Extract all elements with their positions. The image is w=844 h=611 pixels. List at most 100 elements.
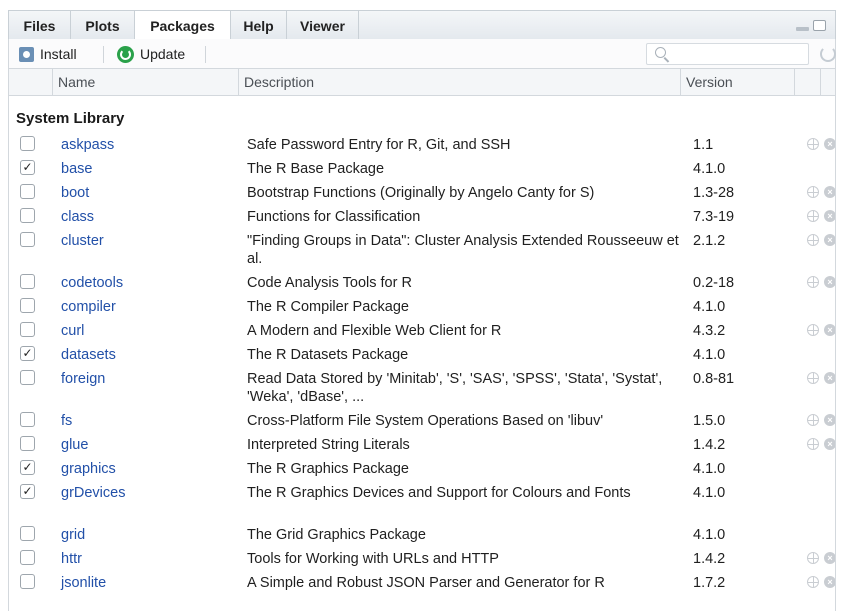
remove-package-icon[interactable]: × bbox=[824, 210, 835, 222]
package-load-checkbox[interactable] bbox=[20, 526, 35, 541]
table-row: fs Cross-Platform File System Operations … bbox=[9, 408, 835, 432]
package-description: Tools for Working with URLs and HTTP bbox=[247, 551, 499, 567]
column-header-description[interactable]: Description bbox=[239, 69, 681, 95]
package-name-link[interactable]: codetools bbox=[61, 274, 123, 292]
package-name-link[interactable]: graphics bbox=[61, 460, 116, 478]
column-header-version[interactable]: Version bbox=[681, 69, 795, 95]
package-load-checkbox[interactable]: ✓ bbox=[20, 460, 35, 475]
table-row: jsonlite A Simple and Robust JSON Parser … bbox=[9, 570, 835, 594]
package-load-checkbox[interactable] bbox=[20, 298, 35, 313]
remove-package-icon[interactable]: × bbox=[824, 372, 835, 384]
package-version: 4.1.0 bbox=[693, 299, 726, 315]
package-load-checkbox[interactable] bbox=[20, 274, 35, 289]
search-box[interactable] bbox=[646, 43, 809, 65]
package-name-link[interactable]: compiler bbox=[61, 298, 116, 316]
package-load-checkbox[interactable] bbox=[20, 550, 35, 565]
package-load-checkbox[interactable] bbox=[20, 208, 35, 223]
column-header-actions bbox=[795, 69, 821, 95]
package-load-checkbox[interactable] bbox=[20, 184, 35, 199]
globe-icon[interactable] bbox=[807, 276, 819, 288]
package-name-link[interactable]: glue bbox=[61, 436, 88, 454]
package-load-checkbox[interactable] bbox=[20, 136, 35, 151]
package-version: 1.5.0 bbox=[693, 413, 726, 429]
package-load-checkbox[interactable] bbox=[20, 574, 35, 589]
remove-package-icon[interactable]: × bbox=[824, 414, 835, 426]
package-load-checkbox[interactable]: ✓ bbox=[20, 346, 35, 361]
package-name-link[interactable]: base bbox=[61, 160, 92, 178]
globe-icon[interactable] bbox=[807, 438, 819, 450]
package-description: Bootstrap Functions (Originally by Angel… bbox=[247, 185, 595, 201]
package-version: 4.3.2 bbox=[693, 323, 726, 339]
package-name-link[interactable]: boot bbox=[61, 184, 89, 202]
refresh-icon[interactable] bbox=[820, 46, 836, 62]
package-name-link[interactable]: curl bbox=[61, 322, 84, 340]
remove-package-icon[interactable]: × bbox=[824, 324, 835, 336]
package-name-link[interactable]: class bbox=[61, 208, 94, 226]
globe-icon[interactable] bbox=[807, 372, 819, 384]
package-load-checkbox[interactable] bbox=[20, 232, 35, 247]
globe-icon[interactable] bbox=[807, 186, 819, 198]
package-version: 4.1.0 bbox=[693, 527, 726, 543]
table-row: compiler The R Compiler Package 4.1.0 bbox=[9, 294, 835, 318]
package-version: 0.2-18 bbox=[693, 275, 735, 291]
package-load-checkbox[interactable]: ✓ bbox=[20, 160, 35, 175]
search-input[interactable] bbox=[673, 45, 805, 63]
remove-package-icon[interactable]: × bbox=[824, 138, 835, 150]
package-load-checkbox[interactable]: ✓ bbox=[20, 484, 35, 499]
globe-icon[interactable] bbox=[807, 324, 819, 336]
table-row: httr Tools for Working with URLs and HTTP… bbox=[9, 546, 835, 570]
package-description: The R Graphics Package bbox=[247, 461, 409, 477]
package-name-link[interactable]: datasets bbox=[61, 346, 116, 364]
package-version: 1.4.2 bbox=[693, 551, 726, 567]
globe-icon[interactable] bbox=[807, 210, 819, 222]
tab-viewer[interactable]: Viewer bbox=[287, 11, 359, 40]
packages-toolbar: Install Update bbox=[8, 39, 836, 69]
remove-package-icon[interactable]: × bbox=[824, 552, 835, 564]
package-version: 4.1.0 bbox=[693, 485, 726, 501]
table-row: glue Interpreted String Literals 1.4.2 × bbox=[9, 432, 835, 456]
globe-icon[interactable] bbox=[807, 552, 819, 564]
package-name-link[interactable]: fs bbox=[61, 412, 72, 430]
tab-plots[interactable]: Plots bbox=[71, 11, 135, 40]
remove-package-icon[interactable]: × bbox=[824, 438, 835, 450]
minimize-pane-icon[interactable] bbox=[796, 27, 809, 31]
package-description: Functions for Classification bbox=[247, 209, 421, 225]
package-version: 1.7.2 bbox=[693, 575, 726, 591]
install-button[interactable]: Install bbox=[19, 44, 77, 64]
remove-package-icon[interactable]: × bbox=[824, 186, 835, 198]
maximize-pane-icon[interactable] bbox=[813, 20, 826, 31]
update-button[interactable]: Update bbox=[117, 44, 185, 64]
remove-package-icon[interactable]: × bbox=[824, 234, 835, 246]
package-name-link[interactable]: askpass bbox=[61, 136, 114, 154]
tab-files[interactable]: Files bbox=[9, 11, 71, 40]
remove-package-icon[interactable]: × bbox=[824, 276, 835, 288]
package-name-link[interactable]: cluster bbox=[61, 232, 104, 250]
globe-icon[interactable] bbox=[807, 414, 819, 426]
column-header-name[interactable]: Name bbox=[53, 69, 239, 95]
package-description: Interpreted String Literals bbox=[247, 437, 410, 453]
remove-package-icon[interactable]: × bbox=[824, 576, 835, 588]
tab-help[interactable]: Help bbox=[231, 11, 287, 40]
package-load-checkbox[interactable] bbox=[20, 412, 35, 427]
table-row: ✓ graphics The R Graphics Package 4.1.0 bbox=[9, 456, 835, 480]
package-load-checkbox[interactable] bbox=[20, 436, 35, 451]
package-name-link[interactable]: jsonlite bbox=[61, 574, 106, 592]
package-name-link[interactable]: grDevices bbox=[61, 484, 125, 502]
package-name-link[interactable]: httr bbox=[61, 550, 82, 568]
install-label: Install bbox=[40, 46, 77, 62]
package-version: 1.1 bbox=[693, 137, 714, 153]
globe-icon[interactable] bbox=[807, 138, 819, 150]
globe-icon[interactable] bbox=[807, 576, 819, 588]
group-header-system-library: System Library bbox=[16, 110, 125, 127]
globe-icon[interactable] bbox=[807, 234, 819, 246]
package-version: 1.3-28 bbox=[693, 185, 735, 201]
package-name-link[interactable]: grid bbox=[61, 526, 85, 544]
package-load-checkbox[interactable] bbox=[20, 322, 35, 337]
package-load-checkbox[interactable] bbox=[20, 370, 35, 385]
tab-packages[interactable]: Packages bbox=[135, 11, 231, 41]
table-row: askpass Safe Password Entry for R, Git, a… bbox=[9, 132, 835, 156]
package-description: The R Graphics Devices and Support for C… bbox=[247, 485, 631, 501]
package-version: 4.1.0 bbox=[693, 347, 726, 363]
package-name-link[interactable]: foreign bbox=[61, 370, 105, 388]
package-description: Code Analysis Tools for R bbox=[247, 275, 412, 291]
